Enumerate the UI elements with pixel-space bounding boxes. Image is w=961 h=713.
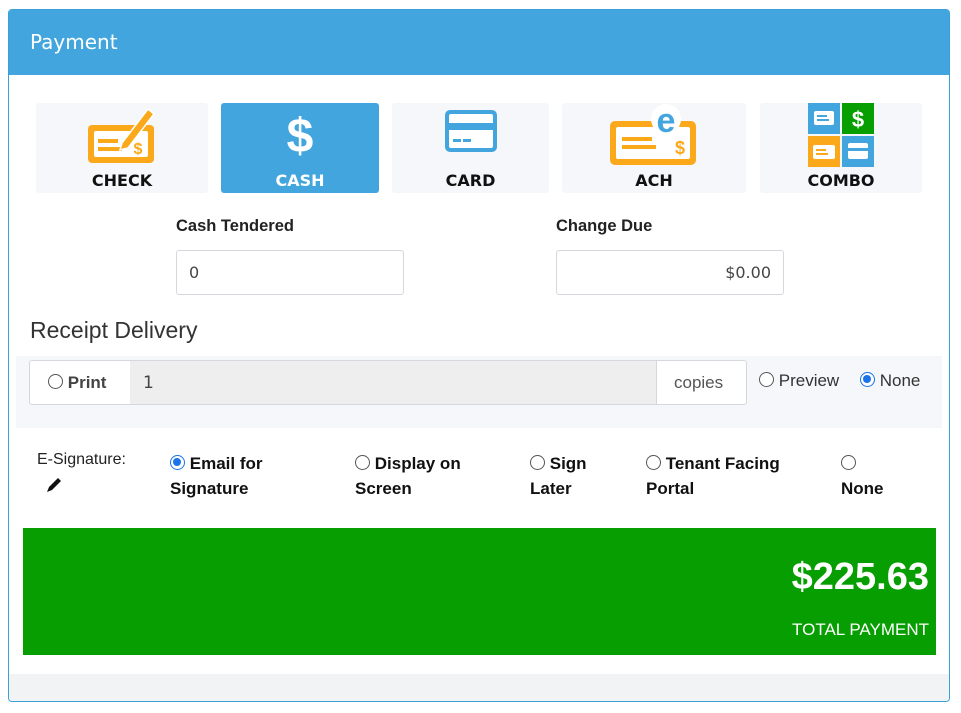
ach-icon: $ e xyxy=(610,103,696,165)
total-payment-box: $225.63 TOTAL PAYMENT xyxy=(23,528,936,655)
dollar-icon: $ xyxy=(287,110,314,162)
svg-text:$: $ xyxy=(852,107,864,132)
method-label: CASH xyxy=(275,171,325,190)
esig-tenant-portal-option[interactable]: Tenant Facing Portal xyxy=(646,451,780,501)
esig-display-radio[interactable] xyxy=(355,455,370,470)
method-combo-button[interactable]: $ COMBO xyxy=(760,103,922,193)
esig-none-option[interactable]: None xyxy=(841,451,884,501)
payment-panel: Payment $ CHECK $ CASH CARD $ e ACH $ CO… xyxy=(8,9,950,702)
total-caption: TOTAL PAYMENT xyxy=(792,620,929,639)
pen-icon xyxy=(47,478,61,492)
print-label: Print xyxy=(67,373,107,392)
esig-none-radio[interactable] xyxy=(841,455,856,470)
esig-sign-later-option[interactable]: Sign Later xyxy=(530,451,587,501)
change-due-field: $0.00 xyxy=(556,250,784,295)
print-radio[interactable] xyxy=(48,374,63,389)
method-label: CHECK xyxy=(91,171,153,190)
none-option[interactable]: None xyxy=(860,371,920,391)
esig-option-line1: Tenant Facing xyxy=(665,454,780,473)
method-label: COMBO xyxy=(807,171,875,190)
copies-input[interactable]: 1 xyxy=(130,360,657,405)
method-check-button[interactable]: $ CHECK xyxy=(36,103,208,193)
none-label: None xyxy=(879,371,921,390)
method-ach-button[interactable]: $ e ACH xyxy=(562,103,746,193)
method-cash-button[interactable]: $ CASH xyxy=(221,103,379,193)
esig-display-option[interactable]: Display on Screen xyxy=(355,451,461,501)
esig-email-option[interactable]: Email for Signature xyxy=(170,451,262,501)
total-amount: $225.63 xyxy=(791,556,929,598)
copies-suffix: copies xyxy=(656,360,747,405)
esignature-label: E-Signature: xyxy=(37,451,126,500)
esig-sign-later-radio[interactable] xyxy=(530,455,545,470)
esig-option-line2: Portal xyxy=(646,479,695,498)
esig-tenant-portal-radio[interactable] xyxy=(646,455,661,470)
esig-option-line2: Signature xyxy=(170,479,249,498)
combo-icon: $ xyxy=(808,103,874,167)
panel-title: Payment xyxy=(9,10,949,75)
check-icon: $ xyxy=(88,107,156,163)
esig-option-line1: Display on xyxy=(374,454,461,473)
method-label: CARD xyxy=(445,171,496,190)
esig-option-line2: None xyxy=(841,479,884,498)
change-due-label: Change Due xyxy=(556,217,653,235)
receipt-delivery-title: Receipt Delivery xyxy=(30,317,198,343)
method-card-button[interactable]: CARD xyxy=(392,103,549,193)
esig-option-line2: Screen xyxy=(355,479,412,498)
esignature-label-text: E-Signature: xyxy=(37,451,126,468)
svg-text:$: $ xyxy=(287,110,314,162)
preview-label: Preview xyxy=(778,371,840,390)
esig-option-line1: Email for xyxy=(189,454,263,473)
preview-option[interactable]: Preview xyxy=(759,371,839,391)
card-icon xyxy=(444,110,497,152)
esig-email-radio[interactable] xyxy=(170,455,185,470)
svg-text:$: $ xyxy=(675,138,685,158)
cash-tendered-label: Cash Tendered xyxy=(176,217,294,235)
payment-methods: $ CHECK $ CASH CARD $ e ACH $ COMBO xyxy=(9,103,949,195)
print-option[interactable]: Print xyxy=(29,360,131,405)
method-label: ACH xyxy=(635,171,673,190)
none-radio[interactable] xyxy=(860,372,875,387)
receipt-delivery-bar: Print 1 copies Preview None xyxy=(16,356,942,428)
svg-text:$: $ xyxy=(134,141,143,158)
esig-option-line2: Later xyxy=(530,479,572,498)
cash-tendered-input[interactable]: 0 xyxy=(176,250,404,295)
panel-footer xyxy=(9,674,949,701)
svg-text:e: e xyxy=(657,103,676,140)
esig-option-line1: Sign xyxy=(549,454,587,473)
preview-radio[interactable] xyxy=(759,372,774,387)
